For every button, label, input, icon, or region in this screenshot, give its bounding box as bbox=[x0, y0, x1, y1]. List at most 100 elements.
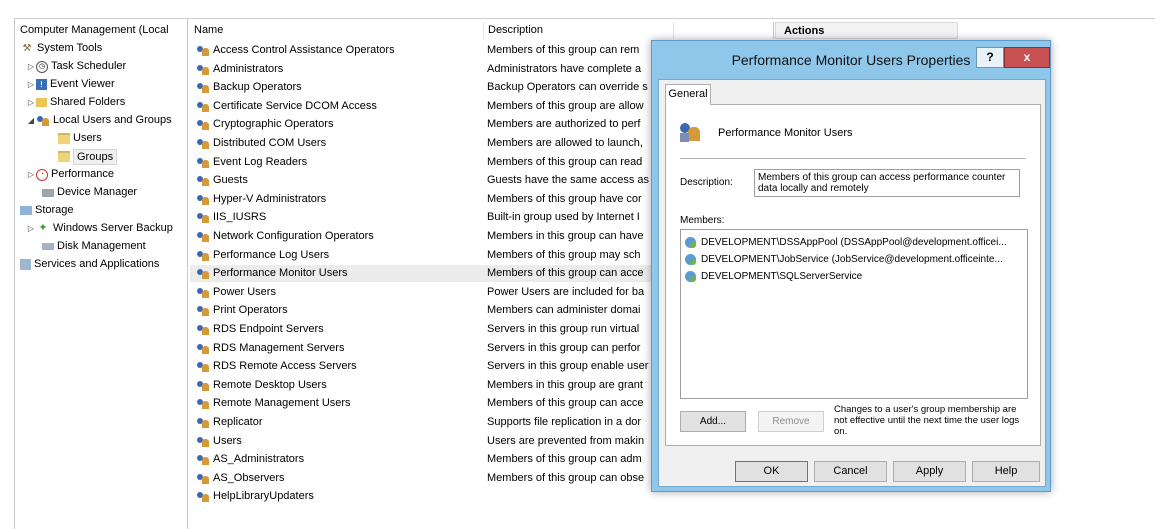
tree-item-disk-management[interactable]: Disk Management bbox=[42, 238, 146, 255]
users-group-icon bbox=[196, 63, 210, 76]
add-button[interactable]: Add... bbox=[680, 411, 746, 432]
tree-item-services-apps[interactable]: Services and Applications bbox=[20, 256, 159, 273]
table-row[interactable]: Network Configuration Operators Members i… bbox=[190, 228, 655, 245]
table-row[interactable]: Access Control Assistance Operators Membe… bbox=[190, 42, 655, 59]
members-list[interactable]: DEVELOPMENT\DSSAppPool (DSSAppPool@devel… bbox=[680, 229, 1028, 399]
group-description-cell: Users are prevented from makin bbox=[487, 434, 645, 447]
folder-icon bbox=[58, 151, 70, 162]
group-name-label: Performance Monitor Users bbox=[718, 127, 853, 139]
group-name-text: Network Configuration Operators bbox=[213, 230, 374, 242]
list-item[interactable]: DEVELOPMENT\SQLServerService bbox=[685, 268, 862, 285]
tree-label: Users bbox=[73, 132, 102, 144]
expand-arrow-icon[interactable]: ▷ bbox=[26, 94, 36, 111]
group-name-text: Distributed COM Users bbox=[213, 137, 327, 149]
description-field[interactable]: Members of this group can access perform… bbox=[754, 169, 1020, 197]
table-row[interactable]: RDS Management Servers Servers in this gr… bbox=[190, 340, 655, 357]
group-name-text: Cryptographic Operators bbox=[213, 118, 334, 131]
tab-general[interactable]: General bbox=[665, 84, 711, 105]
expand-arrow-icon[interactable]: ▷ bbox=[26, 166, 36, 183]
tree-item-shared-folders[interactable]: ▷ Shared Folders bbox=[26, 94, 125, 111]
table-row[interactable]: AS_Observers Members of this group can ob… bbox=[190, 470, 655, 487]
storage-icon bbox=[20, 206, 32, 215]
group-description-cell: Servers in this group can perfor bbox=[487, 341, 641, 354]
group-name-cell: RDS Remote Access Servers bbox=[196, 358, 357, 375]
table-row[interactable]: Cryptographic Operators Members are autho… bbox=[190, 116, 655, 133]
group-name-cell: Power Users bbox=[196, 284, 276, 301]
table-row[interactable]: Performance Log Users Members of this gro… bbox=[190, 247, 655, 264]
users-group-icon bbox=[196, 81, 210, 94]
expand-arrow-icon[interactable]: ▷ bbox=[26, 220, 36, 237]
table-row[interactable]: IIS_IUSRS Built-in group used by Internet… bbox=[190, 209, 655, 226]
column-header-description[interactable]: Description bbox=[484, 22, 674, 39]
table-row[interactable]: Guests Guests have the same access as bbox=[190, 172, 655, 189]
group-description-cell: Members of this group can obse bbox=[487, 471, 645, 484]
close-icon[interactable]: x bbox=[1004, 47, 1050, 68]
users-group-icon bbox=[196, 342, 210, 355]
group-name-cell: Print Operators bbox=[196, 302, 288, 319]
tree-label: System Tools bbox=[37, 42, 103, 54]
table-row[interactable]: Backup Operators Backup Operators can ove… bbox=[190, 79, 655, 96]
tree-item-event-viewer[interactable]: ▷ ! Event Viewer bbox=[26, 76, 115, 93]
tree-item-device-manager[interactable]: Device Manager bbox=[42, 184, 137, 201]
table-row[interactable]: Users Users are prevented from makin bbox=[190, 433, 655, 450]
users-group-icon bbox=[196, 44, 210, 57]
services-icon bbox=[20, 259, 31, 270]
remove-button[interactable]: Remove bbox=[758, 411, 824, 432]
tree-item-groups[interactable]: Groups bbox=[58, 148, 118, 165]
dialog-client-area: General Performance Monitor Users Descri… bbox=[658, 79, 1046, 487]
list-item[interactable]: DEVELOPMENT\DSSAppPool (DSSAppPool@devel… bbox=[685, 234, 1007, 251]
tree-item-local-users-groups[interactable]: ◢ Local Users and Groups bbox=[26, 112, 172, 129]
users-group-icon bbox=[196, 360, 210, 373]
table-row[interactable]: Distributed COM Users Members are allowed… bbox=[190, 135, 655, 152]
table-row[interactable]: HelpLibraryUpdaters bbox=[190, 488, 655, 502]
tree-item-storage[interactable]: Storage bbox=[20, 202, 74, 219]
separator-line bbox=[680, 158, 1026, 159]
apply-button[interactable]: Apply bbox=[893, 461, 966, 482]
collapse-arrow-icon[interactable]: ◢ bbox=[26, 112, 36, 129]
group-description-cell: Servers in this group run virtual bbox=[487, 323, 640, 335]
table-row[interactable]: Remote Desktop Users Members in this grou… bbox=[190, 377, 655, 394]
cancel-button[interactable]: Cancel bbox=[814, 461, 887, 482]
table-row[interactable]: Replicator Supports file replication in a… bbox=[190, 414, 655, 431]
group-name-cell: Cryptographic Operators bbox=[196, 116, 333, 133]
group-name-text: Users bbox=[213, 434, 242, 447]
tree-root[interactable]: Computer Management (Local bbox=[20, 22, 169, 39]
group-description-cell: Members of this group can acce bbox=[487, 397, 644, 410]
table-row[interactable]: Print Operators Members can administer do… bbox=[190, 302, 655, 319]
group-name-text: Backup Operators bbox=[213, 81, 302, 94]
table-row[interactable]: Event Log Readers Members of this group c… bbox=[190, 154, 655, 171]
column-header-label: Name bbox=[194, 24, 224, 36]
table-row[interactable]: Performance Monitor Users Members of this… bbox=[190, 265, 655, 283]
help-button[interactable]: Help bbox=[972, 461, 1040, 482]
tree-item-task-scheduler[interactable]: ▷ ◷ Task Scheduler bbox=[26, 58, 126, 75]
table-row[interactable]: RDS Remote Access Servers Servers in this… bbox=[190, 358, 655, 375]
table-row[interactable]: AS_Administrators Members of this group c… bbox=[190, 451, 655, 468]
tree-label: Storage bbox=[35, 204, 74, 216]
tree-item-system-tools[interactable]: ⚒ System Tools bbox=[20, 40, 103, 57]
expand-arrow-icon[interactable]: ▷ bbox=[26, 58, 36, 75]
table-row[interactable]: Certificate Service DCOM Access Members o… bbox=[190, 98, 655, 115]
table-row[interactable]: Remote Management Users Members of this g… bbox=[190, 395, 655, 412]
tree-item-windows-server-backup[interactable]: ▷ ✦ Windows Server Backup bbox=[26, 220, 173, 237]
group-name-cell: Network Configuration Operators bbox=[196, 228, 374, 245]
help-icon[interactable]: ? bbox=[976, 47, 1004, 68]
group-name-cell: Hyper-V Administrators bbox=[196, 191, 326, 208]
pane-splitter[interactable] bbox=[187, 18, 188, 529]
column-header-name[interactable]: Name bbox=[190, 22, 484, 39]
group-name-cell: HelpLibraryUpdaters bbox=[196, 488, 314, 502]
table-row[interactable]: Hyper-V Administrators Members of this gr… bbox=[190, 191, 655, 208]
ok-button[interactable]: OK bbox=[735, 461, 808, 482]
group-name-cell: IIS_IUSRS bbox=[196, 209, 266, 226]
users-group-icon bbox=[196, 472, 210, 485]
expand-arrow-icon[interactable]: ▷ bbox=[26, 76, 36, 93]
group-name-cell: Administrators bbox=[196, 61, 283, 78]
list-item[interactable]: DEVELOPMENT\JobService (JobService@devel… bbox=[685, 251, 1003, 268]
tree-item-performance[interactable]: ▷ ◔ Performance bbox=[26, 166, 114, 183]
tree-item-users[interactable]: Users bbox=[58, 130, 102, 147]
group-description-cell: Servers in this group enable user bbox=[487, 360, 649, 373]
table-row[interactable]: RDS Endpoint Servers Servers in this grou… bbox=[190, 321, 655, 338]
table-row[interactable]: Administrators Administrators have comple… bbox=[190, 61, 655, 78]
user-account-icon bbox=[685, 253, 698, 266]
group-description-cell: Members of this group can adm bbox=[487, 453, 642, 466]
table-row[interactable]: Power Users Power Users are included for … bbox=[190, 284, 655, 301]
